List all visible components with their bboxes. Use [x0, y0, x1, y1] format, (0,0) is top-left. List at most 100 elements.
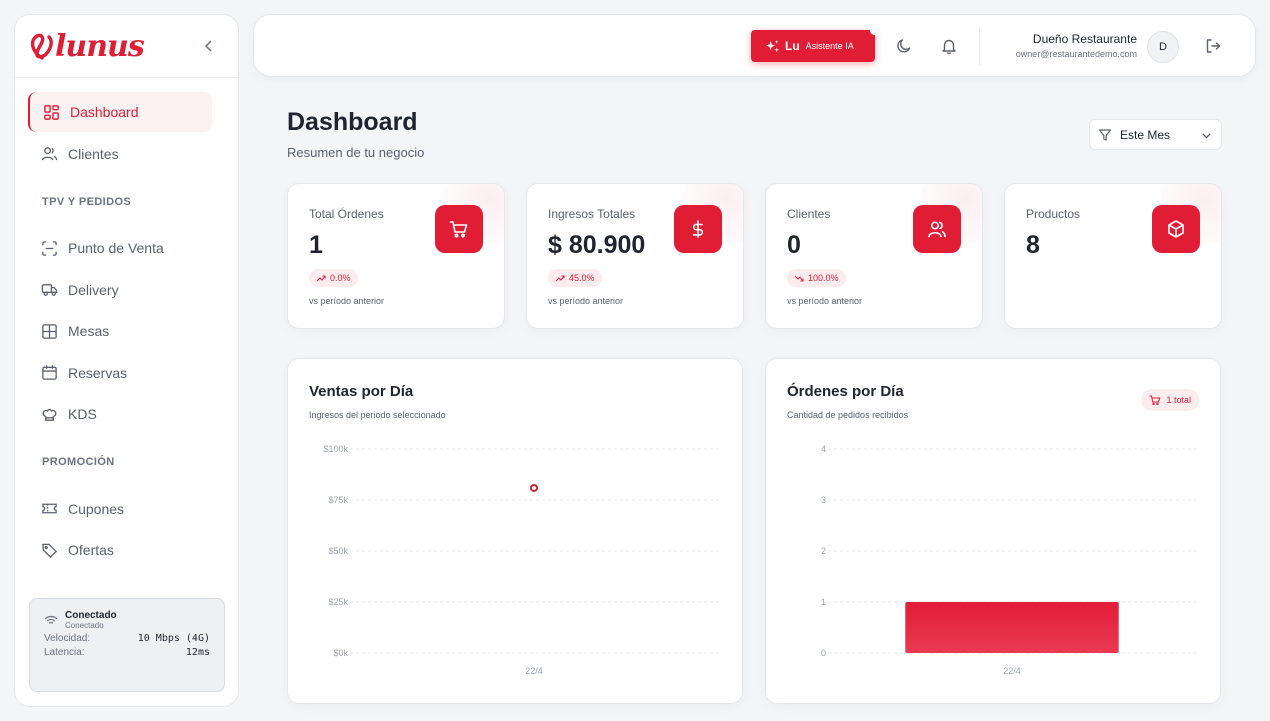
latency-label: Latencia:: [44, 647, 85, 658]
trend-badge: 0.0%: [309, 269, 358, 287]
stat-label: Productos: [1026, 207, 1081, 221]
chevron-left-icon: [204, 40, 212, 52]
latency-value: 12ms: [185, 647, 210, 658]
sidebar-item-label: Dashboard: [70, 104, 139, 120]
sidebar-item-label: Punto de Venta: [68, 240, 164, 256]
logout-icon: [1206, 39, 1221, 53]
sales-chart: $100k $75k $50k $25k $0k 22/4: [323, 444, 718, 676]
stat-label: Total Órdenes: [309, 207, 384, 221]
ai-short-label: Lu: [785, 39, 800, 53]
chef-hat-icon: [42, 408, 57, 421]
sidebar-item-label: KDS: [68, 406, 97, 422]
dollar-icon: [692, 220, 704, 238]
trend-down-icon: [794, 275, 804, 282]
speed-label: Velocidad:: [44, 633, 91, 644]
tag-icon: [42, 543, 58, 558]
y-tick-label: 4: [821, 444, 826, 454]
y-tick-label: 2: [821, 546, 826, 556]
logo-mark-icon: [30, 33, 53, 60]
period-filter-value: Este Mes: [1120, 127, 1171, 142]
connection-status-header: Conectado Conectado: [44, 610, 210, 630]
collapse-sidebar-button[interactable]: [201, 37, 217, 55]
stat-value: 1: [309, 231, 323, 259]
sidebar-item-reservas[interactable]: Reservas: [15, 353, 238, 393]
header-divider: [979, 27, 980, 65]
stat-value: 8: [1026, 231, 1040, 259]
bell-icon: [942, 39, 956, 55]
sidebar-item-ofertas[interactable]: Ofertas: [15, 530, 238, 570]
sidebar-item-punto-de-venta[interactable]: Punto de Venta: [15, 228, 238, 268]
ai-assistant-label: Asistente IA: [805, 41, 854, 51]
chart-card-ordenes: Órdenes por Día Cantidad de pedidos reci…: [765, 358, 1221, 704]
calendar-icon: [42, 365, 57, 380]
sidebar-nav: Dashboard Clientes TPV Y PEDIDOS Punto d…: [15, 78, 238, 570]
notifications-button[interactable]: [940, 37, 958, 55]
sidebar-item-delivery[interactable]: Delivery: [15, 270, 238, 310]
x-tick-label: 22/4: [525, 666, 543, 676]
theme-toggle-button[interactable]: [895, 37, 913, 55]
sparkles-icon: [765, 39, 780, 52]
chevron-down-icon: [1202, 133, 1211, 139]
section-label-tpv: TPV Y PEDIDOS: [42, 195, 132, 208]
stat-card-productos: Productos 8: [1004, 183, 1222, 329]
cart-icon: [449, 221, 468, 238]
brand-logo[interactable]: lunus: [29, 28, 145, 64]
y-tick-label: 1: [821, 597, 826, 607]
stat-icon-tile: [674, 205, 722, 253]
y-tick-label: 0: [821, 648, 826, 658]
y-tick-label: $100k: [323, 444, 348, 454]
avatar[interactable]: D: [1147, 31, 1179, 63]
sidebar-item-dashboard[interactable]: Dashboard: [28, 92, 212, 132]
sidebar-item-label: Cupones: [68, 500, 125, 517]
connection-status-subtitle: Conectado: [65, 621, 104, 630]
data-point: [530, 483, 538, 492]
sidebar-item-kds[interactable]: KDS: [15, 394, 238, 434]
connection-status-title: Conectado: [65, 610, 117, 621]
bar: [905, 602, 1119, 653]
users-icon: [41, 147, 58, 161]
sidebar-item-label: Clientes: [68, 145, 119, 162]
stat-icon-tile: [913, 205, 961, 253]
ticket-icon: [42, 503, 57, 514]
trend-up-icon: [555, 275, 565, 282]
top-bar: Lu Asistente IA Dueño Restaurante owner@…: [253, 14, 1256, 77]
speed-value: 10 Mbps (4G): [137, 633, 210, 644]
y-tick-label: $75k: [328, 495, 348, 505]
sidebar-item-clientes[interactable]: Clientes: [15, 134, 238, 174]
sidebar-item-mesas[interactable]: Mesas: [15, 311, 238, 351]
trend-badge: 100.0%: [787, 269, 846, 287]
sidebar-item-label: Reservas: [68, 364, 128, 381]
stat-icon-tile: [1152, 205, 1200, 253]
stat-note: vs período anterior: [548, 296, 624, 306]
scan-icon: [42, 240, 57, 256]
sidebar-item-label: Delivery: [68, 281, 119, 298]
stat-label: Clientes: [787, 207, 831, 221]
trend-value: 100.0%: [808, 273, 839, 283]
box-icon: [1168, 220, 1184, 238]
period-filter-select[interactable]: Este Mes: [1089, 119, 1222, 150]
y-tick-label: 3: [821, 495, 826, 505]
brand-logo-text: lunus: [55, 28, 145, 64]
section-label-promocion: PROMOCIÓN: [42, 456, 115, 468]
chart-card-ventas: Ventas por Día Ingresos del periodo sele…: [287, 358, 743, 704]
stat-note: vs período anterior: [309, 296, 385, 306]
sidebar-item-cupones[interactable]: Cupones: [15, 489, 238, 529]
stat-card-total-ordenes: Total Órdenes 1 0.0% vs período anterior: [287, 183, 505, 329]
stat-card-ingresos-totales: Ingresos Totales $ 80.900 45.0% vs perío…: [526, 183, 744, 329]
user-email: owner@restaurantedemo.com: [1015, 49, 1137, 59]
orders-chart: 4 3 2 1 0 22/4: [821, 444, 1196, 676]
trend-value: 0.0%: [330, 273, 351, 283]
stat-icon-tile: [435, 205, 483, 253]
page-subtitle: Resumen de tu negocio: [287, 145, 425, 160]
truck-icon: [41, 284, 58, 296]
latency-row: Latencia: 12ms: [44, 647, 210, 658]
logout-button[interactable]: [1204, 37, 1222, 55]
speed-row: Velocidad: 10 Mbps (4G): [44, 633, 210, 644]
ai-assistant-button[interactable]: Lu Asistente IA: [751, 26, 879, 62]
trend-badge: 45.0%: [548, 269, 602, 287]
page-title: Dashboard: [287, 108, 418, 136]
dashboard-icon: [44, 104, 59, 120]
trend-up-icon: [316, 275, 326, 282]
filter-icon: [1098, 128, 1112, 141]
table-grid-icon: [42, 323, 57, 339]
